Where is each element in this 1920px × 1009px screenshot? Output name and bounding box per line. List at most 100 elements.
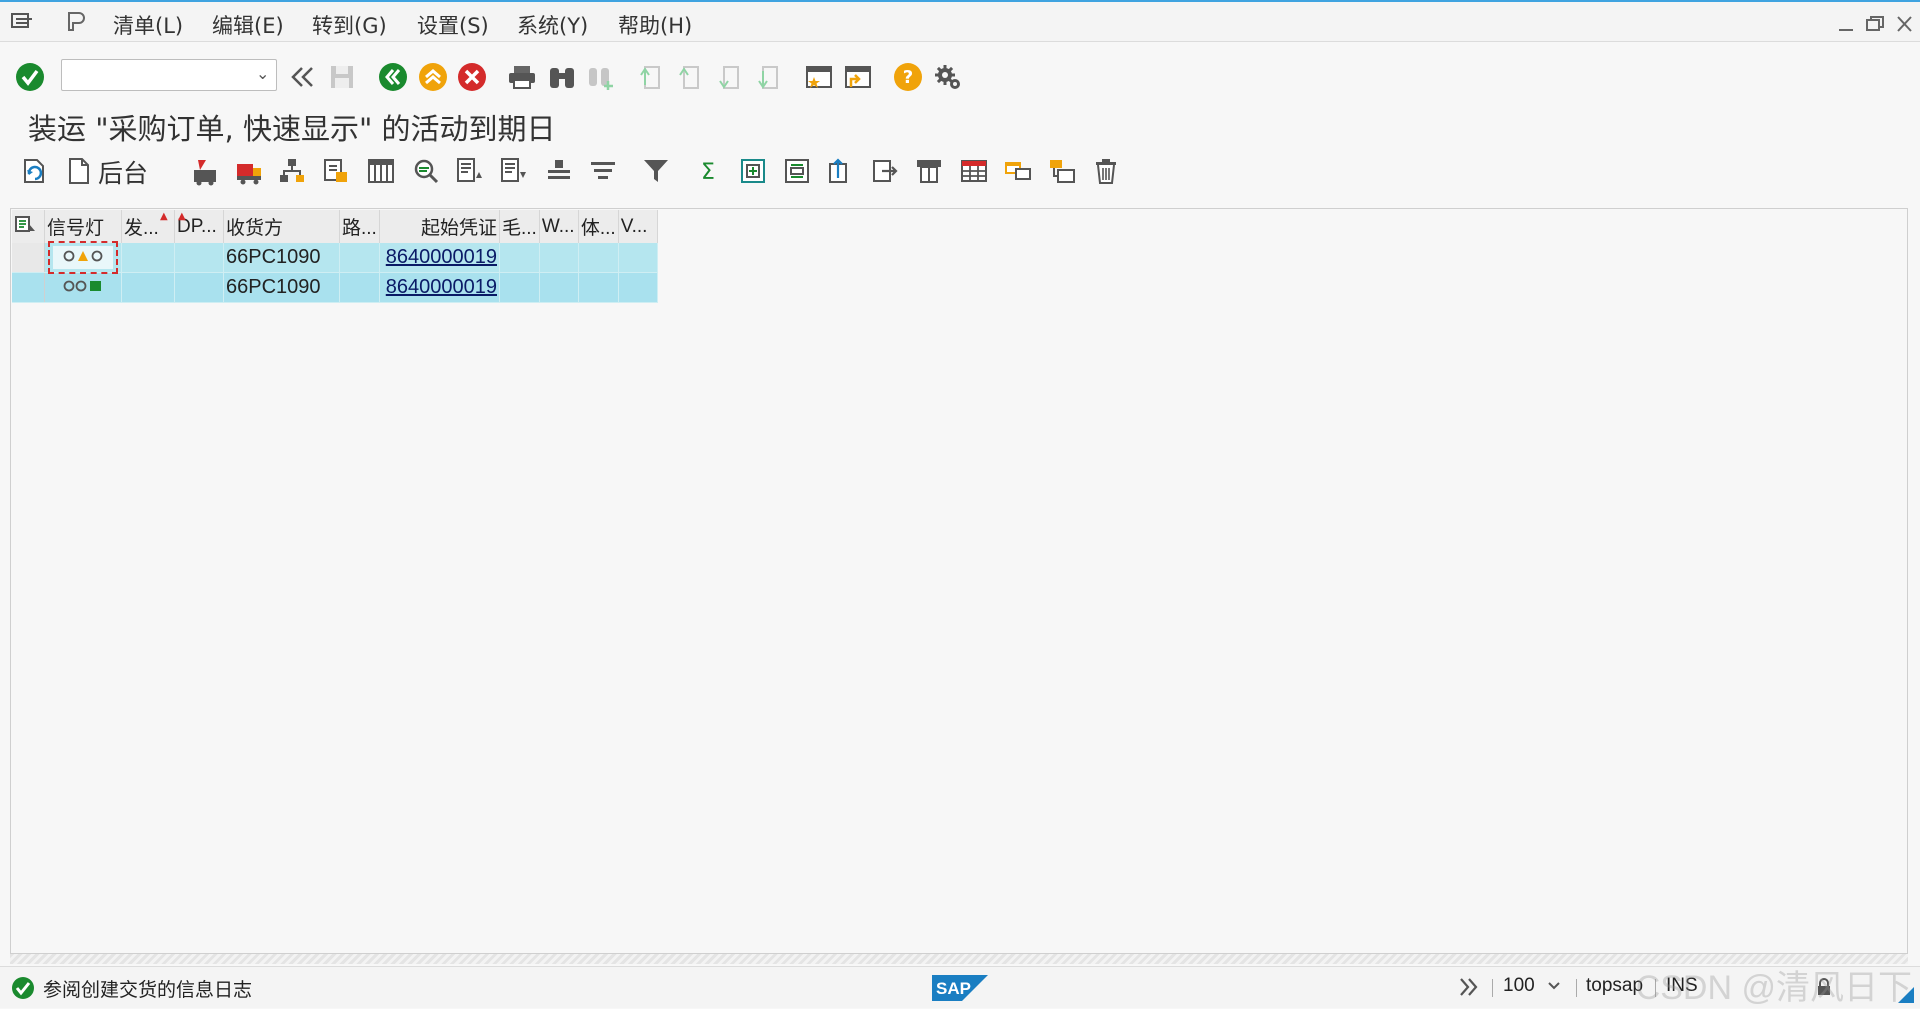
collapse-double-left-icon[interactable] bbox=[285, 60, 319, 94]
source-document-link[interactable]: 8640000019 bbox=[386, 246, 497, 268]
document-flow-icon[interactable] bbox=[320, 155, 352, 187]
delete-icon[interactable] bbox=[1090, 155, 1122, 187]
new-session-icon[interactable] bbox=[802, 60, 836, 94]
source-document-link[interactable]: 8640000019 bbox=[386, 276, 497, 298]
back-icon[interactable] bbox=[376, 60, 410, 94]
find-icon[interactable] bbox=[545, 60, 579, 94]
menu-help[interactable]: 帮助(H) bbox=[618, 10, 692, 40]
menu-settings[interactable]: 设置(S) bbox=[417, 10, 489, 40]
menu-list[interactable]: 清单(L) bbox=[113, 10, 183, 40]
delivery-priority-cell bbox=[174, 243, 224, 273]
svg-text:SAP: SAP bbox=[936, 979, 971, 998]
route-cell bbox=[339, 272, 380, 303]
status-message[interactable]: 参阅创建交货的信息日志 bbox=[43, 975, 252, 1002]
export-icon[interactable] bbox=[825, 155, 857, 187]
table-header-row: 信号灯 发... DP... 收货方 路... 起始凭证 毛... W... 体… bbox=[12, 210, 658, 243]
help-icon[interactable]: ? bbox=[891, 60, 925, 94]
zoom-value[interactable]: 100 bbox=[1503, 975, 1535, 997]
find-next-icon[interactable] bbox=[584, 60, 618, 94]
divider bbox=[1492, 979, 1493, 997]
truck-icon[interactable] bbox=[233, 155, 265, 187]
change-delivery-icon[interactable] bbox=[189, 155, 221, 187]
col-header-volume-unit[interactable]: V... bbox=[618, 210, 658, 243]
custom-layout-icon[interactable] bbox=[64, 10, 88, 36]
source-document-cell[interactable]: 8640000019 bbox=[379, 243, 500, 273]
close-icon[interactable] bbox=[1894, 14, 1914, 39]
detail-search-icon[interactable] bbox=[410, 155, 442, 187]
background-label[interactable]: 后台 bbox=[98, 154, 148, 190]
shipping-point-cell bbox=[121, 272, 175, 303]
last-page-icon[interactable] bbox=[752, 60, 786, 94]
col-header-gross-weight[interactable]: 毛... bbox=[499, 210, 540, 243]
zoom-chevron-down-icon[interactable] bbox=[1546, 977, 1562, 999]
sum-icon[interactable]: Σ bbox=[692, 155, 724, 187]
first-page-icon[interactable] bbox=[634, 60, 668, 94]
sort-descending-icon[interactable] bbox=[498, 155, 530, 187]
expand-all-icon[interactable] bbox=[737, 155, 769, 187]
row-selector[interactable] bbox=[12, 243, 45, 273]
sap-logo: SAP bbox=[932, 975, 988, 1005]
column-layout-icon[interactable] bbox=[365, 155, 397, 187]
input-mode[interactable]: INS bbox=[1666, 975, 1698, 997]
background-job-icon[interactable] bbox=[63, 155, 95, 187]
resize-stripe bbox=[10, 954, 1908, 964]
layout-select-icon[interactable] bbox=[12, 210, 45, 243]
find-in-list-icon[interactable] bbox=[543, 155, 575, 187]
col-header-traffic-light[interactable]: 信号灯 bbox=[44, 210, 122, 243]
volume-unit-cell bbox=[618, 243, 658, 273]
restore-icon[interactable] bbox=[1864, 14, 1886, 39]
enter-check-icon[interactable] bbox=[13, 60, 47, 94]
subtotal-icon[interactable] bbox=[587, 155, 619, 187]
col-header-route[interactable]: 路... bbox=[339, 210, 380, 243]
status-bar: 参阅创建交货的信息日志 SAP 100 topsap INS bbox=[0, 966, 1920, 1008]
menu-edit[interactable]: 编辑(E) bbox=[212, 10, 284, 40]
generate-shortcut-icon[interactable] bbox=[841, 60, 875, 94]
svg-text:Σ: Σ bbox=[701, 160, 715, 185]
gross-weight-cell bbox=[499, 272, 540, 303]
col-header-ship-to[interactable]: 收货方 bbox=[223, 210, 340, 243]
col-header-volume[interactable]: 体... bbox=[578, 210, 619, 243]
col-header-weight-unit[interactable]: W... bbox=[539, 210, 579, 243]
row-selector[interactable] bbox=[12, 272, 45, 303]
volume-cell bbox=[578, 243, 619, 273]
command-field[interactable] bbox=[61, 59, 277, 91]
volume-unit-cell bbox=[618, 272, 658, 303]
ship-to-cell: 66PC1090 bbox=[223, 243, 340, 273]
col-header-source-document[interactable]: 起始凭证 bbox=[379, 210, 500, 243]
menu-expand-icon[interactable] bbox=[10, 10, 34, 36]
sort-ascending-icon[interactable] bbox=[454, 155, 486, 187]
weight-unit-cell bbox=[539, 272, 579, 303]
table-row[interactable]: 66PC1090 8640000019 bbox=[12, 241, 658, 274]
menu-goto[interactable]: 转到(G) bbox=[312, 10, 387, 40]
sort-marker-icon: ▲ bbox=[178, 211, 186, 222]
table-view-icon[interactable] bbox=[958, 155, 990, 187]
filter-icon[interactable] bbox=[640, 155, 672, 187]
hierarchy-icon[interactable] bbox=[276, 155, 308, 187]
print-icon[interactable] bbox=[505, 60, 539, 94]
collapse-all-icon[interactable] bbox=[781, 155, 813, 187]
table-row[interactable]: 66PC1090 8640000019 bbox=[12, 272, 658, 303]
expand-status-icon[interactable] bbox=[1457, 975, 1481, 1003]
menu-system[interactable]: 系统(Y) bbox=[517, 10, 588, 40]
menu-bar: 清单(L) 编辑(E) 转到(G) 设置(S) 系统(Y) 帮助(H) bbox=[0, 0, 1920, 42]
source-document-cell[interactable]: 8640000019 bbox=[379, 272, 500, 303]
cancel-icon[interactable] bbox=[455, 60, 489, 94]
minimize-icon[interactable] bbox=[1836, 14, 1856, 39]
exit-icon[interactable] bbox=[416, 60, 450, 94]
refresh-icon[interactable] bbox=[17, 155, 49, 187]
shipping-point-cell bbox=[121, 243, 175, 273]
save-icon[interactable] bbox=[325, 60, 359, 94]
lock-icon bbox=[1815, 977, 1833, 1001]
settings-gear-icon[interactable] bbox=[931, 60, 965, 94]
send-icon[interactable] bbox=[869, 155, 901, 187]
next-page-icon[interactable] bbox=[713, 60, 747, 94]
resize-grip-icon[interactable] bbox=[1896, 985, 1916, 1009]
svg-text:?: ? bbox=[903, 67, 913, 88]
select-layout-icon[interactable] bbox=[1046, 155, 1078, 187]
change-layout-icon[interactable] bbox=[1002, 155, 1034, 187]
delivery-priority-cell bbox=[174, 272, 224, 303]
system-name: topsap bbox=[1586, 975, 1644, 996]
print-preview-icon[interactable] bbox=[913, 155, 945, 187]
previous-page-icon[interactable] bbox=[673, 60, 707, 94]
traffic-light-green-icon bbox=[53, 276, 113, 299]
